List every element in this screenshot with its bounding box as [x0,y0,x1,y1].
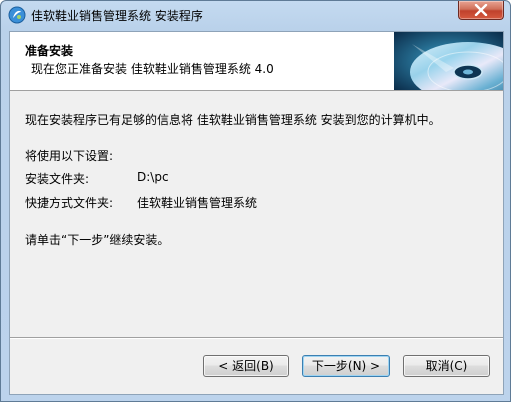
install-folder-label: 安装文件夹: [25,172,90,186]
next-button-label: 下一步(N) > [311,359,381,373]
close-icon [474,4,488,16]
page-subtitle: 现在您正准备安装 佳软鞋业销售管理系统 4.0 [31,62,274,76]
intro-text: 现在安装程序已有足够的信息将 佳软鞋业销售管理系统 安装到您的计算机中。 [25,113,441,127]
shortcut-folder-label: 快捷方式文件夹: [25,196,114,210]
settings-heading: 将使用以下设置: [25,149,114,163]
dialog-client-area: 准备安装 现在您正准备安装 佳软鞋业销售管理系统 4.0 现在安装程序已有足够的… [9,31,504,395]
shortcut-folder-value: 佳软鞋业销售管理系统 [137,196,258,210]
install-folder-value: D:\pc [137,170,169,184]
close-button[interactable] [458,1,504,20]
next-button[interactable]: 下一步(N) > [302,355,390,377]
cancel-button[interactable]: 取消(C) [403,355,490,377]
back-button-label: < 返回(B) [218,359,274,373]
installer-window: 佳软鞋业销售管理系统 安装程序 准备安装 现在您正准备安装 佳软鞋业销售管理系统… [0,0,511,402]
cd-disc-image [394,32,503,90]
title-bar: 佳软鞋业销售管理系统 安装程序 [1,1,510,31]
instruction-text: 请单击“下一步”继续安装。 [25,233,170,247]
window-title: 佳软鞋业销售管理系统 安装程序 [31,9,203,23]
back-button[interactable]: < 返回(B) [203,355,289,377]
cancel-button-label: 取消(C) [425,359,468,373]
wizard-header: 准备安装 现在您正准备安装 佳软鞋业销售管理系统 4.0 [10,32,503,91]
footer-separator [10,337,503,339]
page-title: 准备安装 [25,44,74,58]
installer-icon [8,6,26,24]
